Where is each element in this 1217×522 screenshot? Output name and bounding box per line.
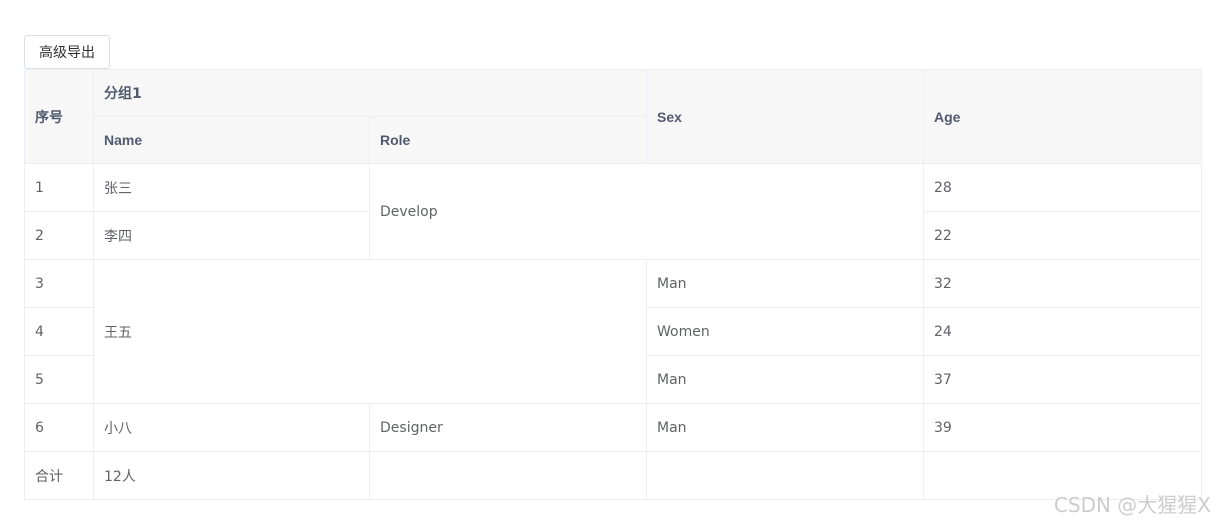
header-name: Name	[93, 116, 370, 164]
table-header: 序号 分组1 Sex Age Name Role	[24, 69, 1202, 164]
cell-age: 22	[923, 211, 1202, 260]
advanced-export-button[interactable]: 高级导出	[24, 35, 110, 69]
watermark-text: CSDN @大猩猩X	[1053, 493, 1211, 517]
cell-index: 6	[24, 403, 94, 452]
cell-index: 1	[24, 163, 94, 212]
cell-sex: Man	[646, 259, 924, 308]
cell-index: 2	[24, 211, 94, 260]
cell-age: 37	[923, 355, 1202, 404]
cell-name-merged: 王五	[93, 259, 647, 404]
header-age: Age	[923, 69, 1202, 164]
cell-index: 4	[24, 307, 94, 356]
footer-name-total: 12人	[93, 451, 370, 500]
cell-name: 小八	[93, 403, 370, 452]
table-row: 3 王五 Man 32	[24, 259, 1202, 404]
data-table: 序号 分组1 Sex Age Name Role 1 张三 Develop 28…	[24, 69, 1202, 500]
cell-sex: Man	[646, 355, 924, 404]
cell-role-merged: Develop	[369, 163, 924, 260]
header-index: 序号	[24, 69, 94, 164]
cell-name: 张三	[93, 163, 370, 212]
cell-name: 李四	[93, 211, 370, 260]
table-body: 1 张三 Develop 28 2 李四 22 3 王五 Man 32 4 Wo…	[24, 163, 1202, 500]
cell-sex: Women	[646, 307, 924, 356]
table-row: 1 张三 Develop 28	[24, 163, 1202, 260]
footer-sex	[646, 451, 924, 500]
cell-age: 28	[923, 163, 1202, 212]
cell-role: Designer	[369, 403, 647, 452]
footer-role	[369, 451, 647, 500]
header-role: Role	[369, 116, 647, 164]
cell-age: 32	[923, 259, 1202, 308]
cell-age: 39	[923, 403, 1202, 452]
cell-index: 3	[24, 259, 94, 308]
table-row: 6 小八 Designer Man 39	[24, 403, 1202, 452]
cell-index: 5	[24, 355, 94, 404]
header-group: 分组1	[93, 69, 647, 117]
cell-sex: Man	[646, 403, 924, 452]
table-footer-row: 合计 12人	[24, 451, 1202, 500]
header-sex: Sex	[646, 69, 924, 164]
footer-label: 合计	[24, 451, 94, 500]
cell-age: 24	[923, 307, 1202, 356]
